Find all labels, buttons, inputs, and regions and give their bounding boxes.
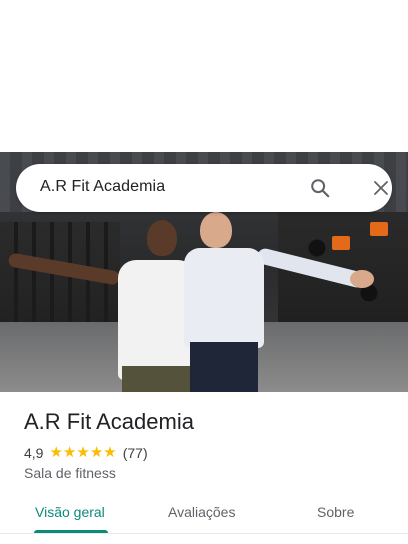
rating-row[interactable]: 4,9 ★ ★ ★ ★ ★ (77) bbox=[24, 444, 148, 462]
star-icon: ★ bbox=[76, 444, 90, 461]
photo-orange-accent bbox=[332, 236, 350, 250]
star-icon: ★ bbox=[89, 444, 104, 461]
place-panel: A.R Fit Academia A.R Fit Academia 4,9 ★ … bbox=[0, 0, 408, 544]
star-icon: ★ bbox=[62, 444, 77, 461]
search-icon[interactable] bbox=[308, 176, 332, 200]
tabs-divider bbox=[0, 533, 408, 534]
tab-reviews[interactable]: Avaliações bbox=[168, 504, 235, 520]
photo-orange-accent bbox=[370, 222, 388, 236]
rating-value: 4,9 bbox=[24, 445, 44, 461]
rating-stars: ★ ★ ★ ★ ★ bbox=[49, 444, 116, 462]
star-icon: ★ bbox=[49, 444, 63, 461]
review-count[interactable]: (77) bbox=[123, 445, 148, 461]
close-icon[interactable] bbox=[369, 176, 393, 200]
place-tabs: Visão geral Avaliações Sobre bbox=[0, 496, 408, 536]
place-category[interactable]: Sala de fitness bbox=[24, 465, 116, 481]
tab-overview[interactable]: Visão geral bbox=[35, 504, 105, 520]
search-input[interactable]: A.R Fit Academia bbox=[40, 178, 165, 196]
tab-about[interactable]: Sobre bbox=[317, 504, 354, 520]
star-icon: ★ bbox=[103, 444, 117, 461]
place-title: A.R Fit Academia bbox=[24, 409, 194, 434]
search-bar[interactable]: A.R Fit Academia bbox=[16, 164, 392, 212]
